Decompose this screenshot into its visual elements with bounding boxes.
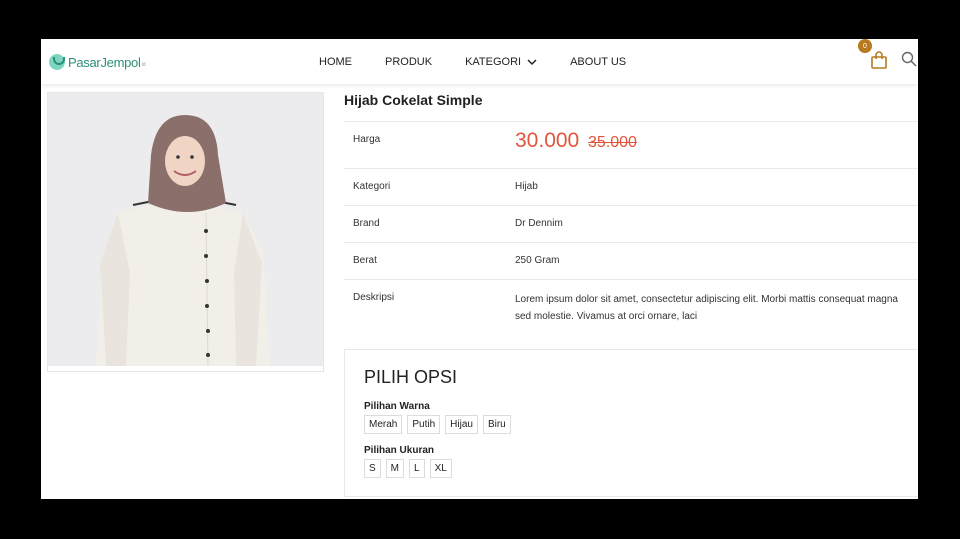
- spec-key: Kategori: [353, 181, 391, 192]
- color-chip-biru[interactable]: Biru: [482, 415, 511, 434]
- size-options: S M L XL: [364, 459, 457, 478]
- size-chip-s[interactable]: S: [364, 459, 381, 478]
- model-wearing-hijab-image: [48, 93, 323, 366]
- nav-produk[interactable]: PRODUK: [385, 56, 432, 68]
- size-chip-xl[interactable]: XL: [429, 459, 452, 478]
- spec-key: Brand: [353, 218, 380, 229]
- spec-row-price: Harga 30.000 35.000: [344, 121, 918, 168]
- brand-suffix: id: [141, 62, 146, 68]
- spec-row-deskripsi: Deskripsi Lorem ipsum dolor sit amet, co…: [344, 279, 918, 340]
- color-chip-hijau[interactable]: Hijau: [445, 415, 478, 434]
- main-menu: HOME PRODUK KATEGORI ABOUT US: [319, 39, 659, 84]
- size-options-label: Pilihan Ukuran: [364, 445, 435, 456]
- nav-produk-label: PRODUK: [385, 55, 433, 68]
- logo-mark-icon: [49, 54, 65, 70]
- product-photo[interactable]: [48, 93, 323, 366]
- spec-row-berat: Berat 250 Gram: [344, 242, 918, 279]
- product-image-card: [47, 92, 324, 372]
- size-chip-l[interactable]: L: [409, 459, 425, 478]
- spec-value: Hijab: [515, 181, 538, 192]
- color-options: Merah Putih Hijau Biru: [364, 415, 516, 434]
- chevron-down-icon: [527, 58, 537, 65]
- nav-home-label: HOME: [319, 55, 352, 68]
- size-chip-m[interactable]: M: [385, 459, 405, 478]
- top-navbar: PasarJempol id HOME PRODUK KATEGORI ABOU…: [41, 39, 918, 84]
- search-icon[interactable]: [901, 51, 917, 67]
- color-options-label: Pilihan Warna: [364, 401, 430, 412]
- product-options-panel: PILIH OPSI Pilihan Warna Merah Putih Hij…: [344, 349, 918, 497]
- spec-key: Berat: [353, 255, 377, 266]
- brand-name: PasarJempol: [68, 54, 141, 70]
- brand-logo[interactable]: PasarJempol id: [49, 51, 145, 73]
- nav-kategori-label: KATEGORI: [465, 55, 522, 68]
- spec-row-kategori: Kategori Hijab: [344, 168, 918, 205]
- nav-kategori[interactable]: KATEGORI: [465, 56, 537, 68]
- product-spec-table: Harga 30.000 35.000 Kategori Hijab Brand…: [344, 121, 918, 340]
- spec-key: Harga: [353, 134, 381, 145]
- browser-viewport: PasarJempol id HOME PRODUK KATEGORI ABOU…: [41, 39, 918, 499]
- spec-value: Dr Dennim: [515, 218, 563, 229]
- options-heading: PILIH OPSI: [364, 367, 458, 387]
- original-price: 35.000: [588, 134, 637, 151]
- spec-key: Deskripsi: [353, 292, 395, 303]
- spec-value: 250 Gram: [515, 255, 560, 266]
- price-block: 30.000 35.000: [515, 122, 918, 168]
- nav-home[interactable]: HOME: [319, 56, 352, 68]
- nav-about-us[interactable]: ABOUT US: [570, 56, 626, 68]
- product-title: Hijab Cokelat Simple: [344, 92, 483, 108]
- current-price: 30.000: [515, 129, 580, 152]
- spec-row-brand: Brand Dr Dennim: [344, 205, 918, 242]
- nav-about-label: ABOUT US: [570, 55, 627, 68]
- color-chip-putih[interactable]: Putih: [407, 415, 441, 434]
- shopping-bag-icon[interactable]: [870, 51, 888, 69]
- color-chip-merah[interactable]: Merah: [364, 415, 403, 434]
- spec-value: Lorem ipsum dolor sit amet, consectetur …: [515, 294, 898, 322]
